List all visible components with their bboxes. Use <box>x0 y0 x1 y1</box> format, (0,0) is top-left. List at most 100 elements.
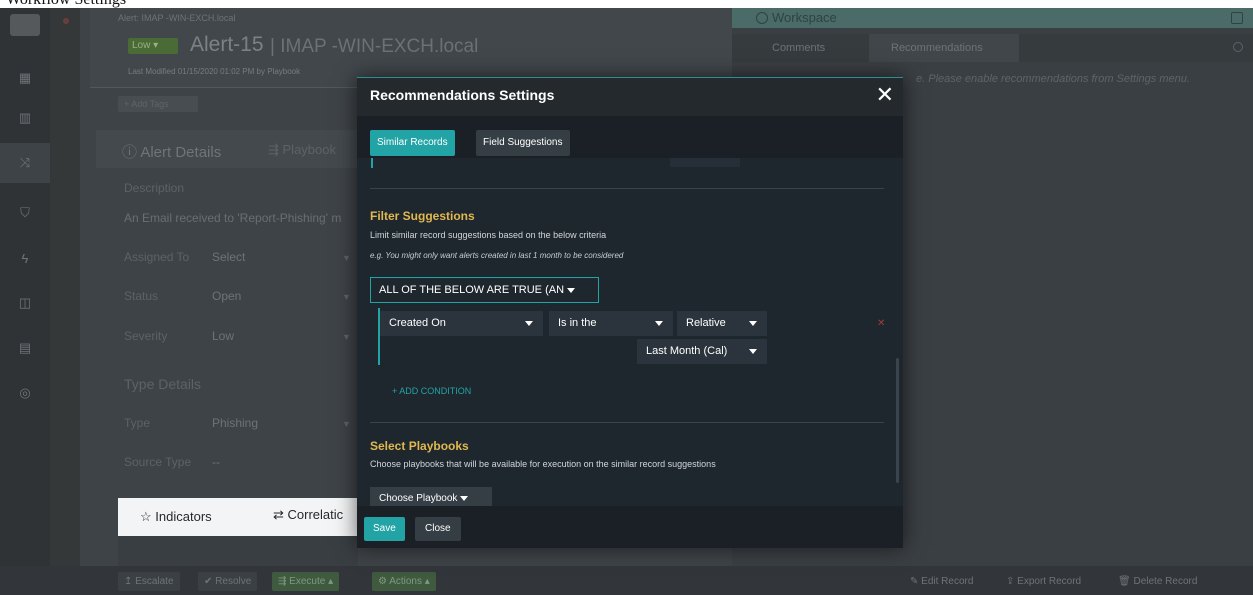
tab-comments[interactable]: Comments <box>772 42 825 54</box>
caret-down-icon <box>749 321 757 326</box>
trash-icon: 🗑 <box>1118 576 1131 587</box>
description-text: An Email received to 'Report-Phishing' m <box>124 211 342 225</box>
caret-down-icon <box>567 287 576 293</box>
dashboard-icon[interactable]: ▦ <box>0 58 50 98</box>
caret-down-icon <box>460 495 469 501</box>
tab-indicators[interactable]: ☆ Indicators <box>140 509 212 525</box>
save-button[interactable]: Save <box>364 517 405 541</box>
severity-select[interactable]: Low <box>212 329 234 343</box>
export-record-label: Export Record <box>1017 576 1082 587</box>
modal-body: Filter Suggestions Limit similar record … <box>357 158 903 506</box>
condition-value-label: Last Month (Cal) <box>646 345 728 357</box>
record-tabs: ☆ Indicators ⇄ Correlatic <box>118 498 358 536</box>
source-type-label: Source Type <box>124 455 192 469</box>
star-icon: ☆ <box>140 509 152 524</box>
tab-alert-details[interactable]: ⓘ Alert Details <box>122 141 221 162</box>
type-label: Type <box>124 416 151 430</box>
workspace-tabs: Comments Recommendations <box>732 34 1253 62</box>
support-icon[interactable]: ◎ <box>0 373 50 413</box>
tab-playbooks[interactable]: ⇶ Playbook <box>268 142 336 158</box>
severity-badge[interactable]: Low ▾ <box>128 38 178 54</box>
app-logo[interactable] <box>10 14 40 36</box>
chevron-down-icon: ▼ <box>342 332 351 342</box>
record-subtitle-text: IMAP -WIN-EXCH.local <box>280 36 479 57</box>
modal-title: Recommendations Settings <box>370 87 555 103</box>
edit-record-label: Edit Record <box>921 576 974 587</box>
breadcrumb[interactable]: Alert: IMAP -WIN-EXCH.local <box>118 13 235 23</box>
resolve-button[interactable]: ✔ Resolve <box>198 572 258 591</box>
arrows-icon: ⇄ <box>273 507 284 522</box>
assigned-to-select[interactable]: Select <box>212 250 245 264</box>
tab-similar-records[interactable]: Similar Records <box>370 130 455 156</box>
select-playbooks-heading: Select Playbooks <box>370 439 469 453</box>
severity-badge-label: Low <box>132 40 151 51</box>
divider <box>370 188 884 189</box>
logic-operator-select[interactable]: ALL OF THE BELOW ARE TRUE (AN <box>370 277 599 303</box>
condition-field-select[interactable]: Created On <box>380 311 543 336</box>
add-tags-button[interactable]: + Add Tags <box>118 96 198 112</box>
export-record-button[interactable]: ⇪ Export Record <box>1000 572 1087 591</box>
caret-down-icon <box>525 321 533 326</box>
left-sidebar: ▦ ▥ ⤨ ⛉ ϟ ◫ ▤ ◎ <box>0 8 50 595</box>
logic-operator-label: ALL OF THE BELOW ARE TRUE (AN <box>379 284 565 296</box>
add-condition-link[interactable]: + ADD CONDITION <box>392 386 471 396</box>
delete-condition-icon[interactable]: ✕ <box>877 318 885 329</box>
choose-playbook-label: Choose Playbook <box>379 493 458 504</box>
bolt-icon[interactable]: ϟ <box>0 238 50 278</box>
shuffle-icon[interactable]: ⤨ <box>0 143 50 183</box>
modal-scrollbar[interactable] <box>896 358 899 483</box>
app-window: ▦ ▥ ⤨ ⛉ ϟ ◫ ▤ ◎ Alert: IMAP -WIN-EXCH.lo… <box>0 8 1253 595</box>
condition-mode-select[interactable]: Relative <box>677 311 767 336</box>
recommendations-settings-modal: Recommendations Settings ✕ Similar Recor… <box>357 77 903 548</box>
modules-icon[interactable]: ▥ <box>0 98 50 138</box>
top-strip: Workflow Settings <box>0 0 1253 8</box>
condition-operator-label: Is in the <box>558 317 597 329</box>
close-button[interactable]: Close <box>415 517 461 541</box>
condition-value-select[interactable]: Last Month (Cal) <box>637 339 767 364</box>
tab-recommendations[interactable]: Recommendations <box>869 34 1019 62</box>
filter-suggestions-example: e.g. You might only want alerts created … <box>370 251 624 260</box>
last-modified: Last Modified 01/15/2020 01:02 PM by Pla… <box>128 67 301 76</box>
actions-button[interactable]: ⚙ Actions ▴ <box>372 572 436 591</box>
tab-correlations[interactable]: ⇄ Correlatic <box>273 507 343 523</box>
chevron-down-icon: ▼ <box>342 253 351 263</box>
workspace-message: e. Please enable recommendations from Se… <box>916 73 1190 85</box>
tab-field-suggestions[interactable]: Field Suggestions <box>476 130 570 156</box>
type-select[interactable]: Phishing <box>212 416 258 430</box>
actions-label: Actions <box>389 576 422 587</box>
condition-operator-select[interactable]: Is in the <box>549 311 673 336</box>
record-subtitle: | IMAP -WIN-EXCH.local <box>270 36 479 57</box>
tab-playbooks-label: Playbook <box>282 142 336 157</box>
choose-playbook-select[interactable]: Choose Playbook <box>370 487 492 506</box>
close-icon[interactable]: ✕ <box>876 84 894 106</box>
export-icon: ⇪ <box>1006 576 1015 587</box>
delete-record-label: Delete Record <box>1133 576 1198 587</box>
chart-icon[interactable]: ▤ <box>0 328 50 368</box>
status-label: Status <box>124 289 159 303</box>
source-type-value: -- <box>212 455 220 469</box>
description-label: Description <box>124 181 185 195</box>
modal-tabs: Similar Records Field Suggestions <box>357 116 903 158</box>
modal-header: Recommendations Settings ✕ <box>357 78 903 116</box>
caret-down-icon <box>749 349 757 354</box>
expand-icon[interactable] <box>1231 12 1243 24</box>
chevron-down-icon: ▼ <box>342 419 351 429</box>
delete-record-button[interactable]: 🗑 Delete Record <box>1112 572 1203 591</box>
modal-footer: Save Close <box>357 506 903 548</box>
escalate-button[interactable]: ↥ Escalate <box>118 572 180 591</box>
status-select[interactable]: Open <box>212 289 241 303</box>
gear-icon[interactable] <box>1233 42 1243 52</box>
execute-button[interactable]: ⇶ Execute ▴ <box>272 572 340 591</box>
shield-icon[interactable]: ⛉ <box>0 193 50 233</box>
chevron-down-icon: ▼ <box>342 292 351 302</box>
execute-label: Execute <box>289 576 326 587</box>
cut-off-field <box>670 158 740 167</box>
top-strip-text: Workflow Settings <box>6 0 126 8</box>
filter-suggestions-heading: Filter Suggestions <box>370 209 475 223</box>
edit-record-button[interactable]: ✎ Edit Record <box>904 572 979 591</box>
divider <box>370 422 884 423</box>
edit-icon: ✎ <box>910 576 919 587</box>
condition-mode-label: Relative <box>686 317 726 329</box>
briefcase-icon[interactable]: ◫ <box>0 283 50 323</box>
workspace-header: Workspace <box>732 8 1253 28</box>
